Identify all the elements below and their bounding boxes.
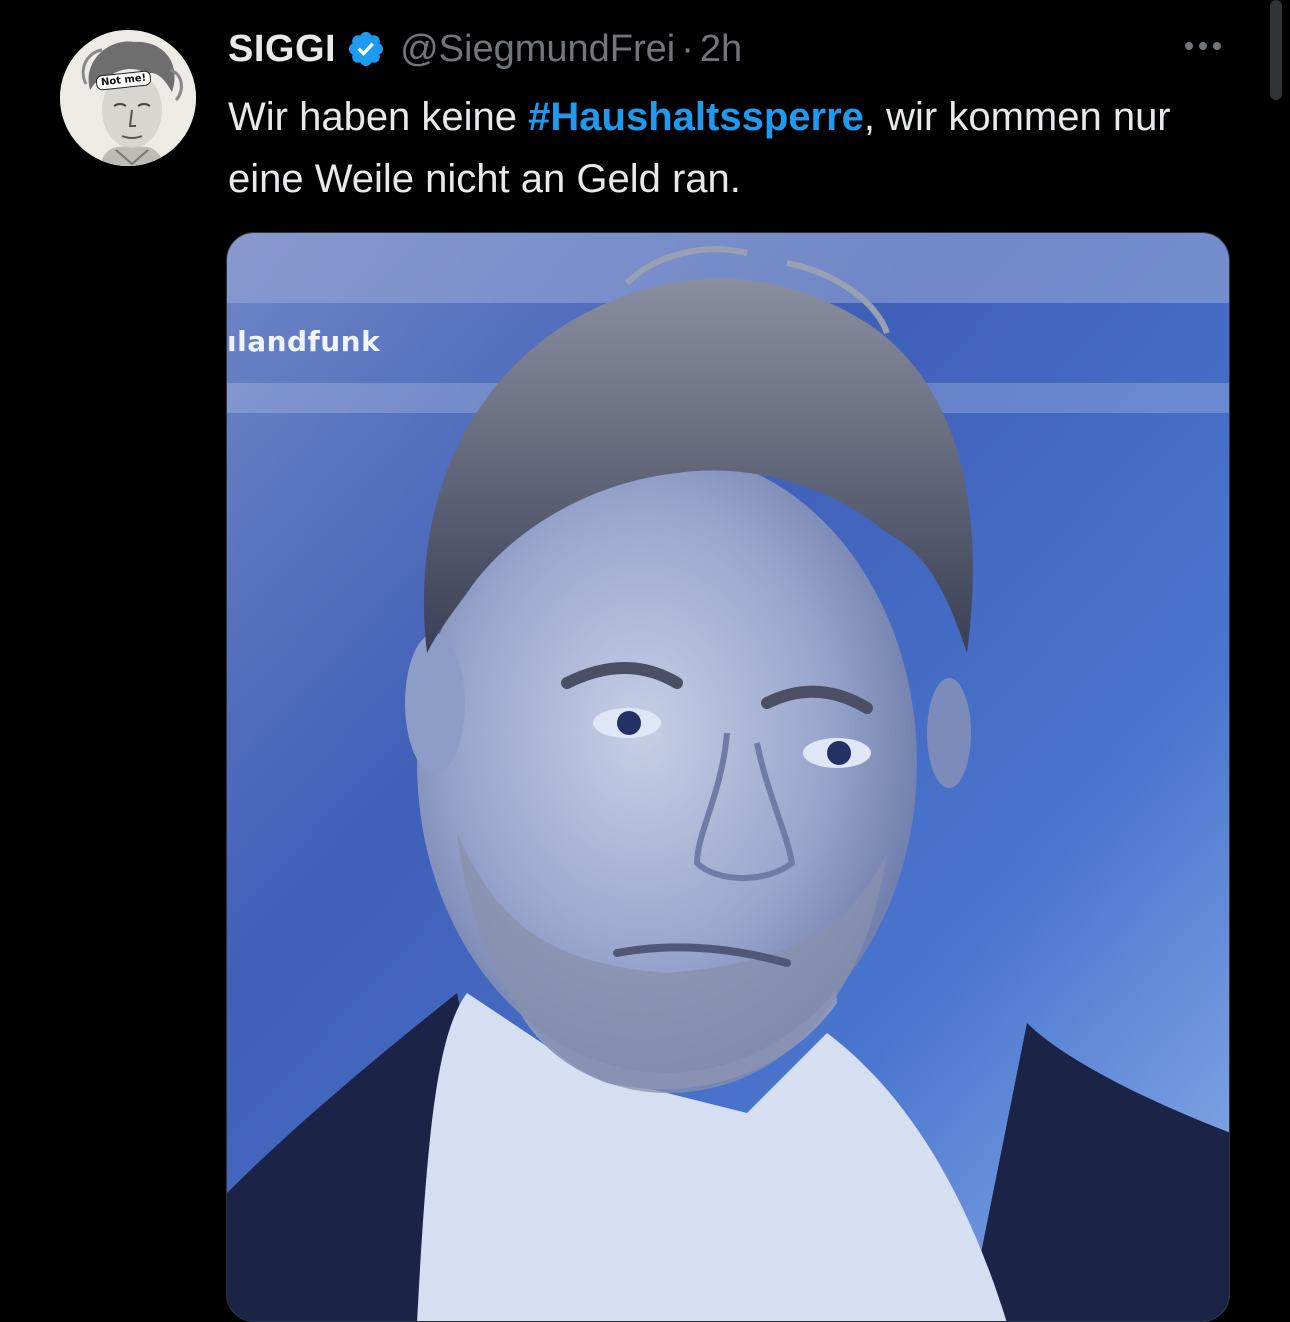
tweet-text-before: Wir haben keine bbox=[228, 95, 529, 139]
more-dot bbox=[1185, 42, 1193, 50]
display-name[interactable]: SIGGI bbox=[228, 28, 336, 71]
portrait-photo bbox=[227, 233, 1229, 1321]
more-dot bbox=[1213, 42, 1221, 50]
tweet-card[interactable]: Not me! SIGGI @SiegmundFrei · 2h Wir hab… bbox=[0, 0, 1290, 1322]
tweet-text: Wir haben keine #Haushaltssperre, wir ko… bbox=[228, 86, 1218, 210]
scrollbar-thumb[interactable] bbox=[1270, 0, 1282, 100]
more-dots-icon[interactable] bbox=[1180, 36, 1226, 56]
tweet-media-image[interactable]: ılandfunk bbox=[226, 232, 1230, 1322]
header-separator: · bbox=[681, 27, 694, 70]
media-watermark: ılandfunk bbox=[227, 325, 381, 358]
avatar[interactable]: Not me! bbox=[60, 30, 196, 166]
avatar-portrait-sketch bbox=[60, 30, 196, 166]
tweet-header: SIGGI @SiegmundFrei · 2h bbox=[228, 24, 742, 74]
user-handle[interactable]: @SiegmundFrei bbox=[400, 28, 675, 71]
verified-badge-icon[interactable] bbox=[346, 29, 386, 69]
more-dot bbox=[1199, 42, 1207, 50]
hashtag-link[interactable]: #Haushaltssperre bbox=[528, 95, 864, 139]
timestamp[interactable]: 2h bbox=[700, 28, 742, 71]
